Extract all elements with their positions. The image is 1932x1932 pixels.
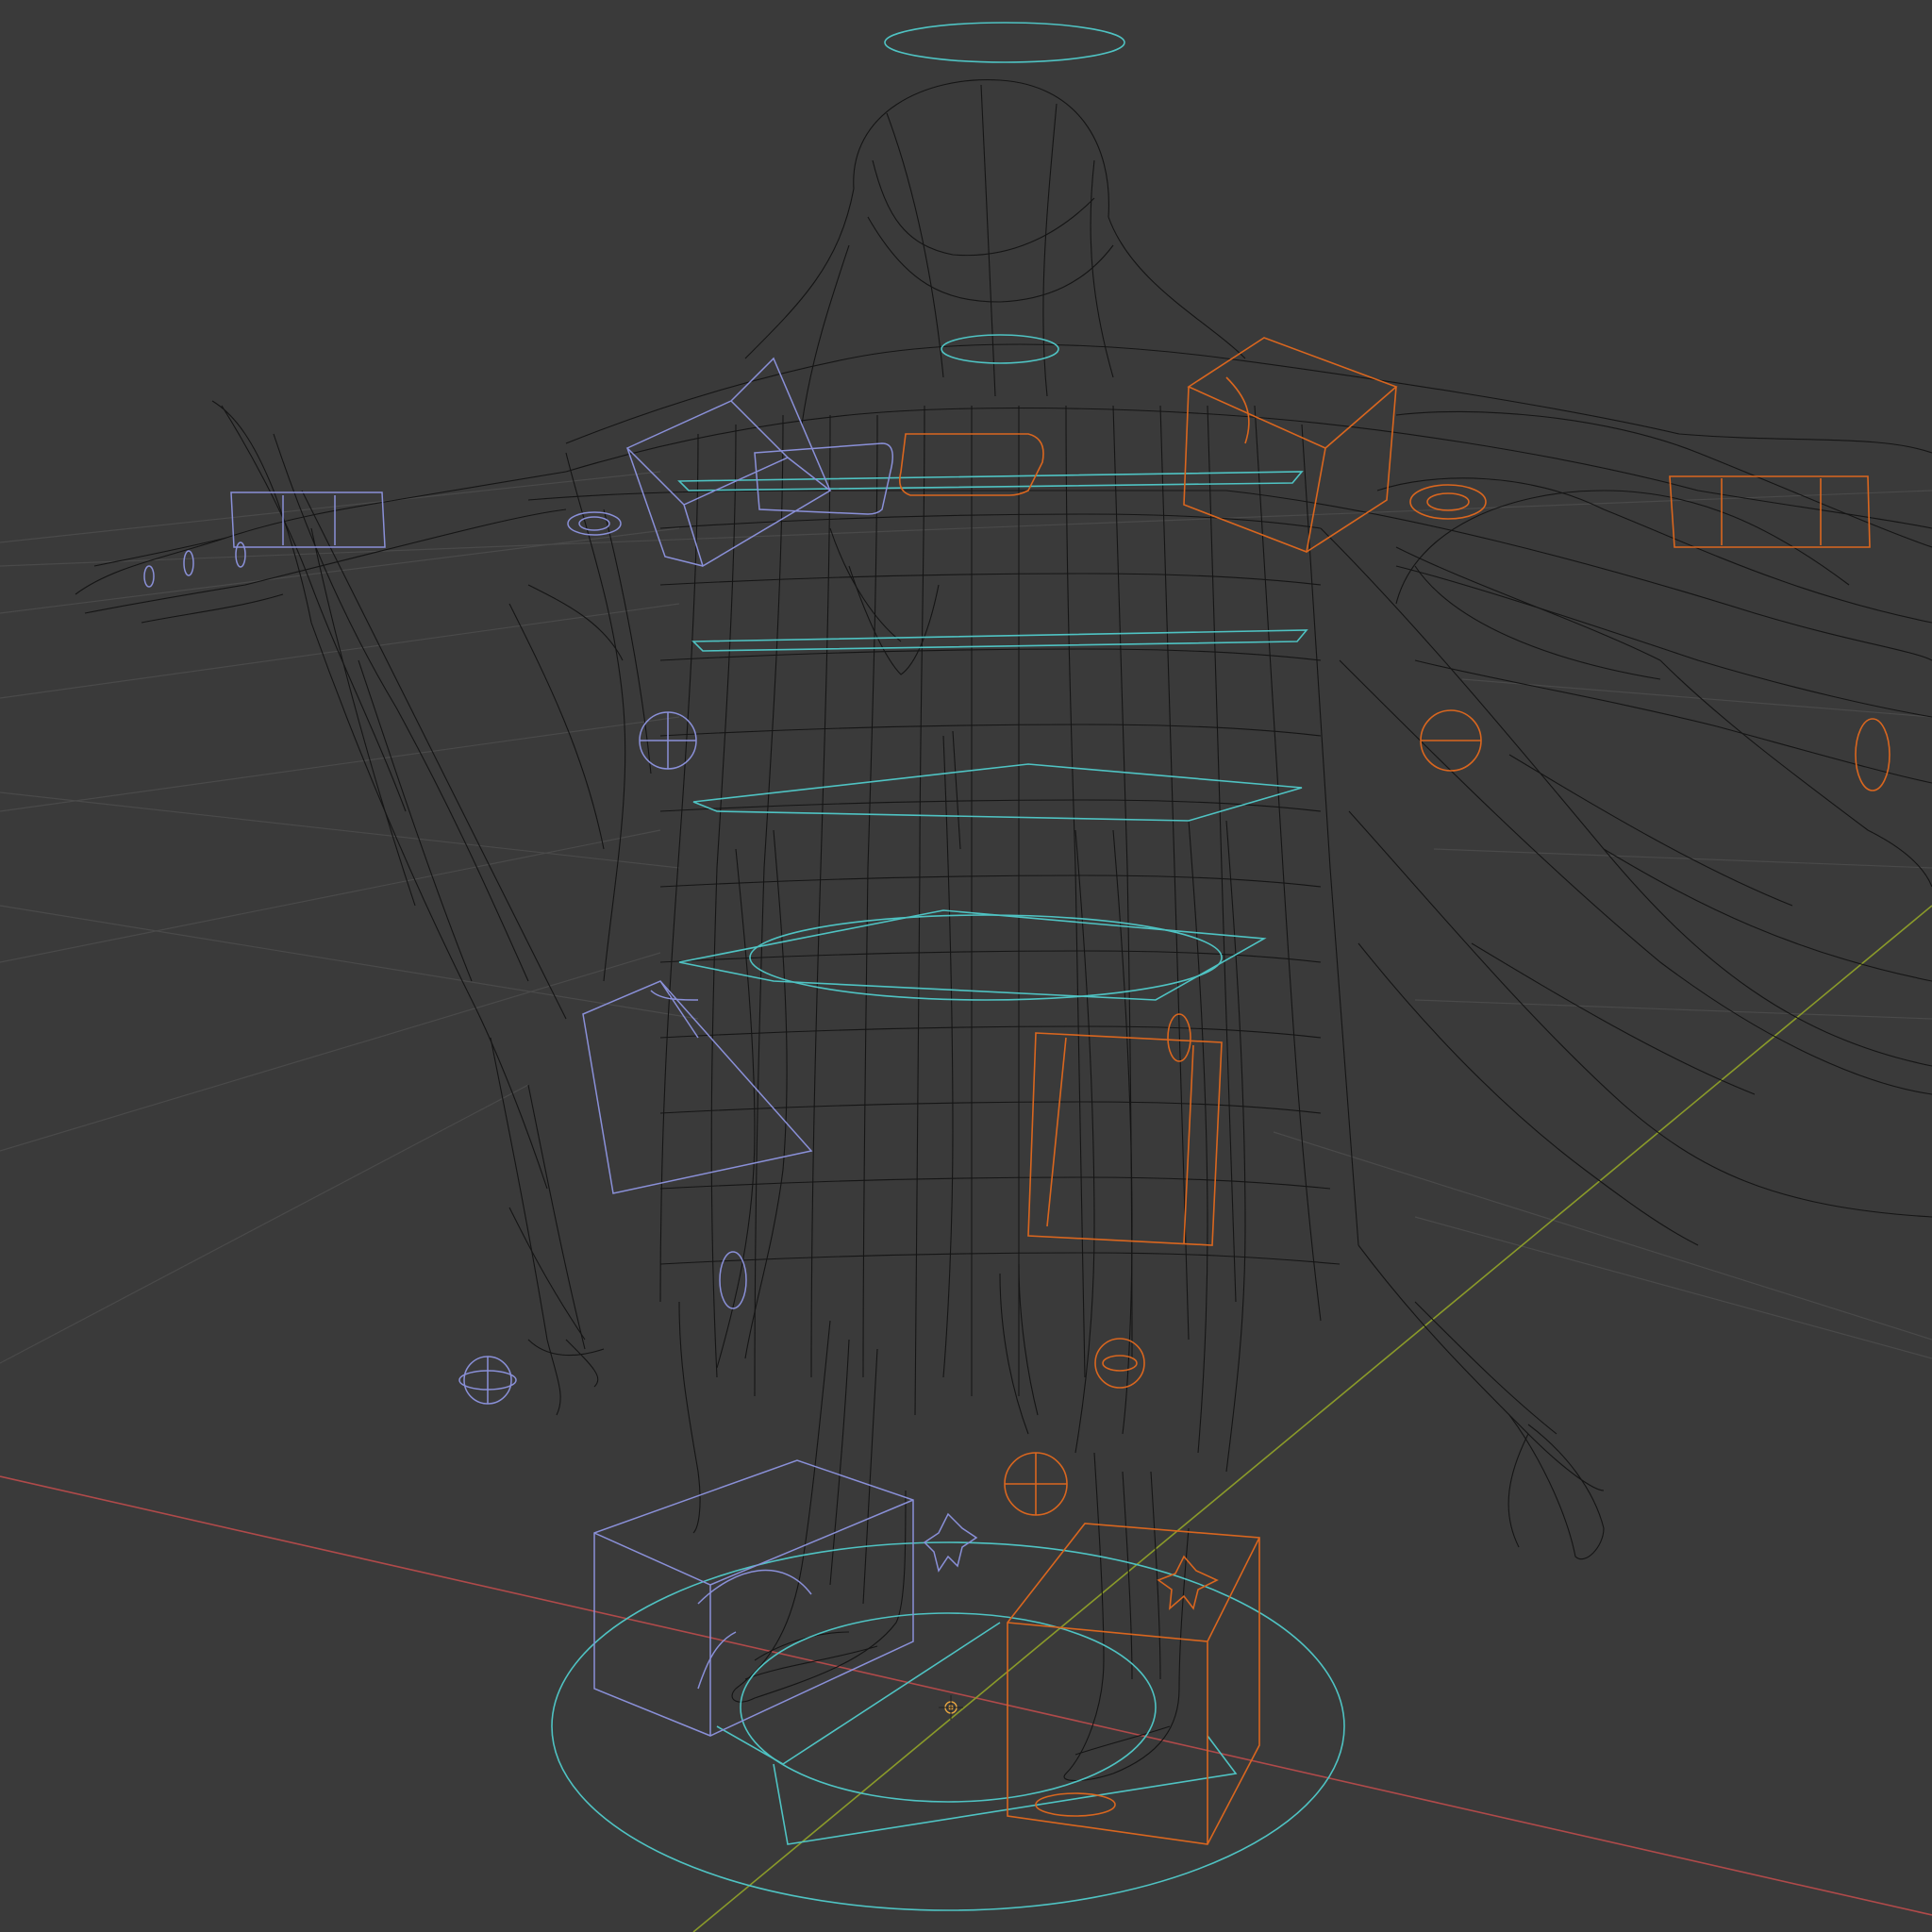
hip-l-control[interactable]	[582, 980, 813, 1194]
floor-grid	[0, 471, 1932, 1364]
neck-control[interactable]	[941, 334, 1059, 364]
foot-r-star[interactable]	[1157, 1555, 1219, 1610]
3d-viewport[interactable]	[0, 0, 1932, 1932]
head-top-control[interactable]	[884, 22, 1125, 63]
hand-r-control[interactable]	[1669, 475, 1871, 548]
origin-marker-icon[interactable]	[939, 1695, 963, 1720]
y-axis-line	[692, 905, 1932, 1932]
finger-l-3[interactable]	[235, 541, 246, 568]
toe-r-control[interactable]	[1035, 1792, 1116, 1817]
root-direction-control[interactable]	[773, 1735, 1238, 1845]
clavicle-l-inner[interactable]	[578, 516, 610, 531]
foot-l-control[interactable]	[593, 1459, 914, 1737]
hip-r-control[interactable]	[1027, 1032, 1223, 1246]
clavicle-l-control[interactable]	[567, 511, 622, 536]
finger-l-1[interactable]	[143, 565, 155, 588]
foot-r-control[interactable]	[1007, 1523, 1260, 1845]
finger-l-2[interactable]	[183, 550, 194, 576]
armature-controls-right[interactable]	[898, 337, 1890, 1845]
hips-ring-control[interactable]	[749, 914, 1223, 1001]
viewport-canvas[interactable]	[0, 0, 1932, 1932]
armature-controls-left[interactable]	[143, 357, 978, 1737]
hand-l-control[interactable]	[230, 491, 386, 548]
wrist-r-control[interactable]	[1855, 718, 1890, 791]
spine-mid-control[interactable]	[692, 763, 1303, 822]
armature-controls-center[interactable]	[551, 22, 1345, 1911]
chest-control[interactable]	[677, 471, 1304, 491]
clavicle-r-control[interactable]	[1409, 484, 1487, 520]
root-outer-control[interactable]	[551, 1541, 1345, 1911]
shoulder-r-control[interactable]	[1183, 337, 1398, 554]
